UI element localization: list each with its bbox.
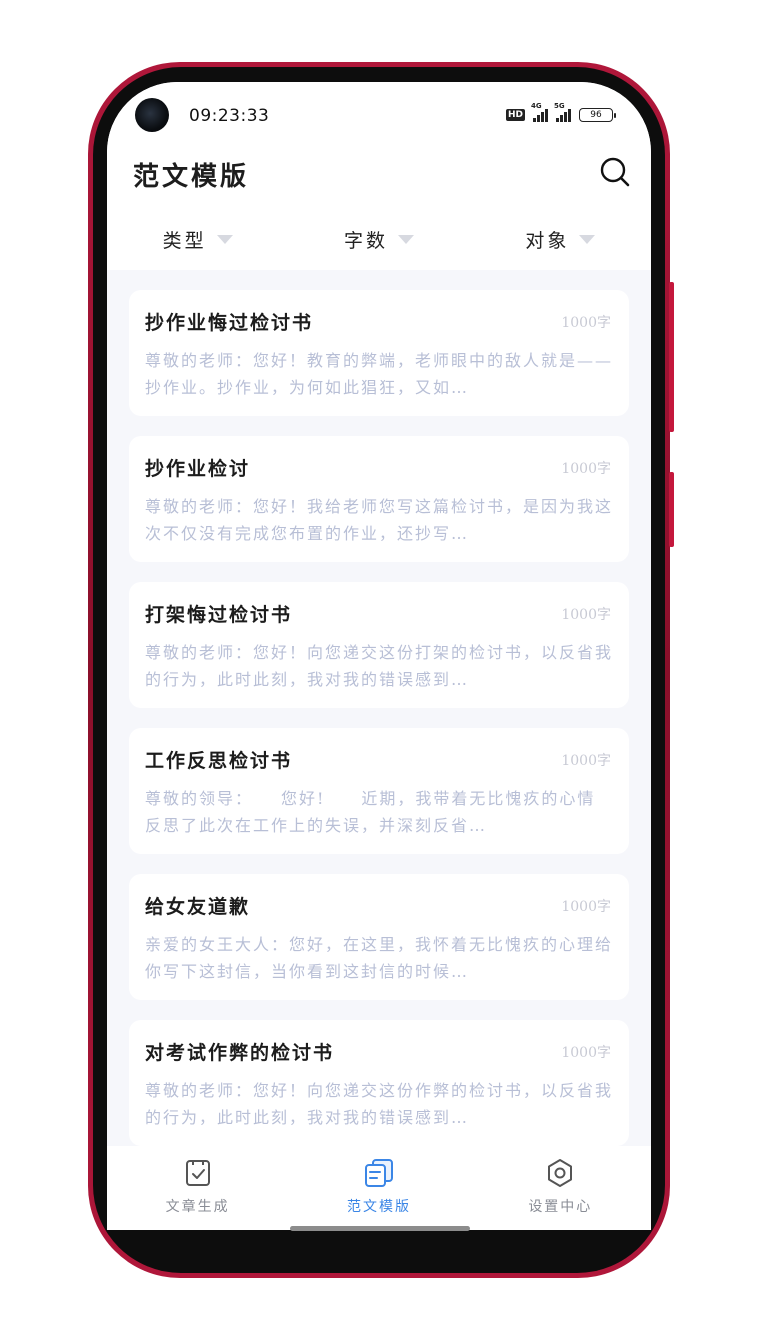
nav-article-generate[interactable]: 文章生成 xyxy=(107,1146,288,1230)
article-card[interactable]: 工作反思检讨书 1000字 尊敬的领导： 您好! 近期，我带着无比愧疚的心情反思… xyxy=(129,728,629,854)
document-check-icon xyxy=(185,1160,210,1186)
nav-label: 文章生成 xyxy=(165,1199,230,1215)
article-title: 抄作业悔过检讨书 xyxy=(145,312,314,334)
article-preview: 尊敬的老师：您好！我给老师您写这篇检讨书，是因为我这次不仅没有完成您布置的作业，… xyxy=(145,497,613,543)
article-title: 工作反思检讨书 xyxy=(145,750,293,772)
article-word-count: 1000字 xyxy=(561,461,611,477)
article-word-count: 1000字 xyxy=(561,899,611,915)
signal-icon: 4G xyxy=(531,102,548,122)
article-preview: 尊敬的老师：您好！教育的弊端，老师眼中的敌人就是——抄作业。抄作业，为何如此猖狂… xyxy=(145,351,613,397)
dropdown-arrow-icon xyxy=(398,234,414,244)
status-bar: 09:23:33 HD 4G 5G 96 xyxy=(107,82,651,144)
nav-templates[interactable]: 范文模版 xyxy=(288,1146,469,1230)
battery-icon: 96 xyxy=(579,108,616,122)
article-card[interactable]: 对考试作弊的检讨书 1000字 尊敬的老师：您好！向您递交这份作弊的检讨书，以反… xyxy=(129,1020,629,1146)
article-word-count: 1000字 xyxy=(561,1045,611,1061)
nav-label: 范文模版 xyxy=(346,1199,411,1215)
article-card[interactable]: 抄作业检讨 1000字 尊敬的老师：您好！我给老师您写这篇检讨书，是因为我这次不… xyxy=(129,436,629,562)
dropdown-arrow-icon xyxy=(216,234,233,244)
article-preview: 亲爱的女王大人：您好，在这里，我怀着无比愧疚的心理给你写下这封信，当你看到这封信… xyxy=(145,935,613,981)
templates-icon xyxy=(364,1159,393,1187)
search-icon xyxy=(600,157,630,187)
article-title: 抄作业检讨 xyxy=(145,458,251,480)
network-type-label: 4G xyxy=(531,101,542,110)
article-word-count: 1000字 xyxy=(561,315,611,331)
app-screen: 09:23:33 HD 4G 5G 96 范文模版 类型 字数 对象 抄作业悔过… xyxy=(107,82,651,1230)
filter-label: 类型 xyxy=(162,229,207,252)
article-list: 抄作业悔过检讨书 1000字 尊敬的老师：您好！教育的弊端，老师眼中的敌人就是—… xyxy=(107,270,651,1146)
app-header: 范文模版 xyxy=(107,144,651,208)
nav-label: 设置中心 xyxy=(528,1199,593,1215)
dropdown-arrow-icon xyxy=(579,234,596,244)
article-preview: 尊敬的领导： 您好! 近期，我带着无比愧疚的心情反思了此次在工作上的失误，并深刻… xyxy=(145,789,596,835)
article-card[interactable]: 给女友道歉 1000字 亲爱的女王大人：您好，在这里，我怀着无比愧疚的心理给你写… xyxy=(129,874,629,1000)
signal-icon: 5G xyxy=(554,102,571,122)
network-type-label: 5G xyxy=(554,101,565,110)
article-title: 打架悔过检讨书 xyxy=(145,604,293,626)
front-camera xyxy=(135,98,169,132)
article-card[interactable]: 打架悔过检讨书 1000字 尊敬的老师：您好！向您递交这份打架的检讨书，以反省我… xyxy=(129,582,629,708)
article-word-count: 1000字 xyxy=(561,753,611,769)
search-button[interactable] xyxy=(599,156,631,188)
power-button xyxy=(669,472,674,547)
page-title: 范文模版 xyxy=(133,162,250,192)
settings-hexagon-icon xyxy=(548,1159,573,1187)
volume-button xyxy=(669,282,674,432)
filter-bar: 类型 字数 对象 xyxy=(107,208,651,270)
status-time: 09:23:33 xyxy=(189,106,270,126)
article-card[interactable]: 抄作业悔过检讨书 1000字 尊敬的老师：您好！教育的弊端，老师眼中的敌人就是—… xyxy=(129,290,629,416)
article-title: 给女友道歉 xyxy=(145,896,251,918)
filter-label: 字数 xyxy=(343,229,388,252)
filter-label: 对象 xyxy=(525,229,570,252)
filter-target[interactable]: 对象 xyxy=(470,208,651,270)
bottom-nav: 文章生成 范文模版 设置中心 xyxy=(107,1146,651,1230)
filter-type[interactable]: 类型 xyxy=(107,208,288,270)
status-icons: HD 4G 5G 96 xyxy=(505,102,616,122)
home-indicator[interactable] xyxy=(290,1226,470,1231)
article-word-count: 1000字 xyxy=(561,607,611,623)
nav-settings[interactable]: 设置中心 xyxy=(470,1146,651,1230)
hd-badge: HD xyxy=(505,109,525,121)
article-title: 对考试作弊的检讨书 xyxy=(145,1042,335,1064)
filter-word-count[interactable]: 字数 xyxy=(288,208,469,270)
article-preview: 尊敬的老师：您好！向您递交这份作弊的检讨书，以反省我的行为，此时此刻，我对我的错… xyxy=(145,1081,613,1127)
article-preview: 尊敬的老师：您好！向您递交这份打架的检讨书，以反省我的行为，此时此刻，我对我的错… xyxy=(145,643,613,689)
